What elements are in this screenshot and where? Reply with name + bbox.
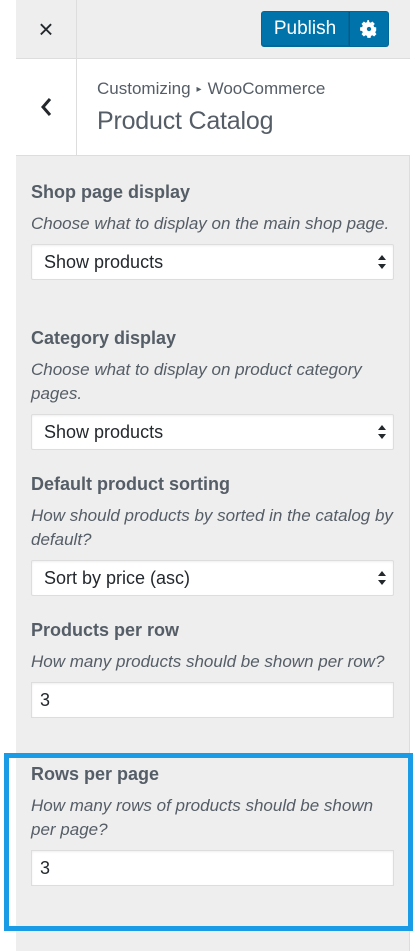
select-arrows-icon — [378, 571, 386, 585]
default-sorting-select[interactable]: Sort by price (asc) — [31, 560, 394, 596]
products-per-row-description: How many products should be shown per ro… — [31, 652, 385, 671]
category-display-value: Show products — [44, 421, 164, 442]
shop-display-value: Show products — [44, 251, 164, 272]
products-per-row-control: Products per row How many products shoul… — [31, 618, 394, 718]
default-sorting-value: Sort by price (asc) — [44, 567, 191, 588]
chevron-left-icon — [41, 98, 52, 116]
close-button[interactable]: × — [16, 0, 77, 59]
products-per-row-input[interactable]: 3 — [31, 682, 394, 718]
shop-display-select[interactable]: Show products — [31, 244, 394, 280]
back-button[interactable] — [16, 59, 77, 155]
category-display-title: Category display — [31, 328, 177, 348]
publish-group: Publish — [261, 11, 389, 47]
default-sorting-title: Default product sorting — [31, 474, 230, 494]
breadcrumb-root: Customizing — [97, 79, 191, 98]
publish-button[interactable]: Publish — [261, 11, 349, 47]
close-icon: × — [38, 14, 54, 44]
shop-display-title: Shop page display — [31, 182, 191, 202]
breadcrumb: Customizing ▸ WooCommerce — [97, 79, 325, 99]
page-title: Product Catalog — [97, 107, 274, 135]
section-header: Customizing ▸ WooCommerce Product Catalo… — [16, 59, 410, 156]
select-arrows-icon — [378, 255, 386, 269]
category-display-description: Choose what to display on product catego… — [31, 360, 362, 403]
default-sorting-control: Default product sorting How should produ… — [31, 472, 394, 596]
breadcrumb-separator-icon: ▸ — [196, 83, 202, 95]
category-display-select[interactable]: Show products — [31, 414, 394, 450]
category-display-control: Category display Choose what to display … — [31, 326, 394, 450]
select-arrows-icon — [378, 425, 386, 439]
default-sorting-description: How should products by sorted in the cat… — [31, 506, 393, 549]
highlight-box — [4, 753, 413, 931]
breadcrumb-current: WooCommerce — [207, 79, 326, 98]
products-per-row-title: Products per row — [31, 620, 180, 640]
shop-display-control: Shop page display Choose what to display… — [31, 180, 394, 280]
shop-display-description: Choose what to display on the main shop … — [31, 214, 390, 233]
gear-icon — [360, 20, 377, 38]
customizer-header: × Publish — [16, 0, 410, 59]
publish-settings-button[interactable] — [349, 11, 389, 47]
